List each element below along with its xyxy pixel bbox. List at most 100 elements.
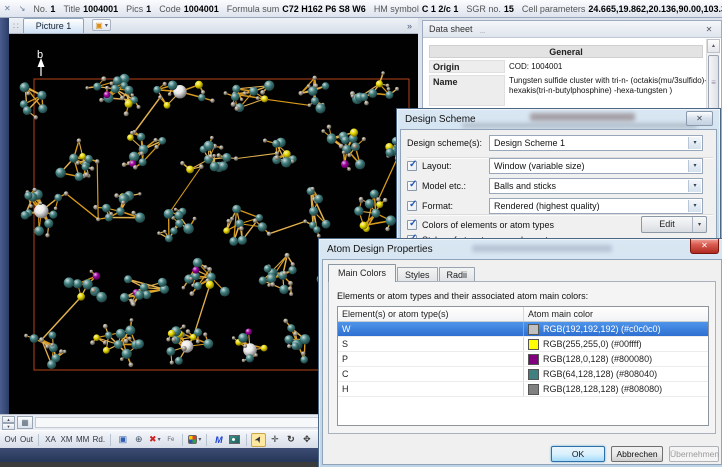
format-label: Format:	[422, 201, 454, 211]
ok-button[interactable]: OK	[551, 446, 605, 462]
tab-radii[interactable]: Radii	[438, 267, 476, 282]
chevron-down-icon: ▾	[688, 180, 701, 192]
close-button[interactable]: ✕	[686, 111, 713, 126]
table-row[interactable]: H RGB(128,128,128) (#808080)	[338, 382, 708, 397]
chevron-down-icon: ▾	[692, 217, 706, 232]
chevron-down-icon: ▾	[198, 437, 202, 443]
layout-select[interactable]: Window (variable size) ▾	[489, 158, 703, 174]
dock-arrow-icon[interactable]: ↘	[19, 4, 26, 13]
mm-button[interactable]: MM	[75, 433, 90, 447]
new-picture-button[interactable]: ▣ ▾	[92, 19, 111, 31]
fe-bond-button[interactable]: Fe	[163, 433, 178, 447]
close-icon[interactable]: ✕	[703, 25, 715, 34]
colors-label: Colors of elements or atom types	[422, 220, 555, 230]
close-icon[interactable]: ✕	[4, 4, 11, 13]
ovl-button[interactable]: Ovl	[3, 433, 18, 447]
atom-dialog-title: Atom Design Properties	[327, 243, 433, 255]
atom-dialog-body: Main Colors Styles Radii Elements or ato…	[322, 259, 722, 465]
tab-styles[interactable]: Styles	[397, 267, 438, 282]
atom-dialog-titlebar[interactable]: Atom Design Properties ✕	[322, 239, 722, 259]
name-value: Tungsten sulfide cluster with tri-n- (oc…	[509, 76, 707, 95]
cursor-icon: ➤	[252, 433, 265, 446]
color-swatch	[528, 368, 539, 380]
model-checkbox[interactable]	[407, 179, 417, 191]
cancel-button[interactable]: Abbrechen	[611, 446, 663, 462]
layout-label: Layout:	[422, 161, 452, 171]
drag-handle-icon[interactable]: ∷	[13, 21, 19, 32]
chevron-down-icon: ▾	[157, 437, 161, 443]
model-label: Model etc.:	[422, 181, 467, 191]
svg-text:b: b	[37, 49, 43, 61]
table-header-row: Element(s) or atom type(s) Atom main col…	[338, 307, 708, 322]
page-spinner[interactable]: ▲ ▼	[2, 416, 15, 430]
move-mode-button[interactable]: ✛	[267, 433, 282, 447]
field-hm-symbol: HM symbol C 1 2/c 1	[373, 3, 459, 14]
tab-picture-1[interactable]: Picture 1	[22, 18, 85, 33]
chevron-down-icon: ▾	[688, 200, 701, 212]
color-wheel-button[interactable]: ▾	[187, 433, 202, 447]
select-mode-button[interactable]: ➤	[251, 432, 267, 447]
color-wheel-icon	[188, 435, 198, 444]
field-cell-parameters: Cell parameters 24.665,19.862,20.136,90.0…	[521, 3, 722, 14]
color-swatch	[528, 323, 539, 335]
chevron-down-icon: ▾	[104, 22, 108, 29]
field-sgr-no: SGR no. 15	[466, 3, 514, 14]
window-icon: ▣	[95, 20, 103, 30]
rd-button[interactable]: Rd.	[91, 433, 106, 447]
record-toolbar: ✕ ↘ No. 1 Title 1004001 Pics 1 Code 1004001 …	[0, 0, 722, 18]
data-sheet-title: Data sheet	[429, 24, 473, 34]
table-row[interactable]: P RGB(128,0,128) (#800080)	[338, 352, 708, 367]
scheme-select[interactable]: Design Scheme 1 ▾	[489, 135, 703, 151]
grid-view-button[interactable]: ▦	[17, 416, 33, 429]
tab-main-colors[interactable]: Main Colors	[328, 264, 397, 282]
atom-design-properties-dialog: Atom Design Properties ✕ Main Colors Sty…	[318, 238, 722, 467]
field-no: No. 1	[33, 3, 56, 14]
image-icon	[229, 435, 241, 444]
color-swatch	[528, 383, 539, 395]
format-select[interactable]: Rendered (highest quality) ▾	[489, 198, 703, 214]
out-button[interactable]: Out	[19, 433, 34, 447]
table-row[interactable]: C RGB(64,128,128) (#808040)	[338, 367, 708, 382]
section-header-general: General	[429, 45, 703, 58]
model-select[interactable]: Balls and sticks ▾	[489, 178, 703, 194]
design-scheme-titlebar[interactable]: Design Scheme ✕	[400, 109, 717, 129]
cell-frame-icon[interactable]: ▣	[115, 433, 130, 447]
chevron-down-icon: ▾	[688, 160, 701, 172]
pin-icon[interactable]: ﹍	[479, 24, 487, 35]
scrollbar-thumb[interactable]	[708, 55, 719, 113]
chevron-down-icon: ▾	[688, 137, 701, 149]
pan-mode-button[interactable]: ✥	[299, 433, 314, 447]
field-formula-sum: Formula sum C72 H162 P6 S8 W6	[226, 3, 366, 14]
table-row[interactable]: W RGB(192,192,192) (#c0c0c0)	[338, 322, 708, 337]
field-code: Code 1004001	[159, 3, 219, 14]
origin-crosshair-icon[interactable]: ⊕	[131, 433, 146, 447]
scheme-select-label: Design scheme(s):	[407, 138, 483, 148]
scroll-up-icon[interactable]: ▲	[707, 39, 720, 53]
material-button[interactable]: M	[211, 433, 226, 447]
spin-down-icon[interactable]: ▼	[2, 423, 15, 430]
origin-value: COD: 1004001	[509, 62, 563, 71]
colors-checkbox[interactable]	[407, 218, 417, 230]
xm-button[interactable]: XM	[59, 433, 74, 447]
element-color-table: Element(s) or atom type(s) Atom main col…	[337, 306, 709, 426]
picture-export-button[interactable]	[227, 433, 242, 447]
format-checkbox[interactable]	[407, 199, 417, 211]
delete-icon: ✖	[149, 434, 157, 444]
rotate-mode-button[interactable]: ↻	[283, 433, 298, 447]
panel-description: Elements or atom types and their associa…	[337, 291, 589, 301]
name-label: Name	[429, 75, 505, 106]
color-swatch	[528, 338, 539, 350]
delete-marker-button[interactable]: ✖ ▾	[147, 433, 162, 447]
field-title: Title 1004001	[63, 3, 119, 14]
close-button[interactable]: ✕	[690, 239, 719, 254]
data-sheet-header[interactable]: Data sheet ﹍ ✕	[423, 21, 721, 38]
color-swatch	[528, 353, 539, 365]
tab-overflow-chevron[interactable]: »	[407, 21, 412, 31]
table-row[interactable]: S RGB(255,255,0) (#00ffff)	[338, 337, 708, 352]
spin-up-icon[interactable]: ▲	[2, 416, 15, 423]
edit-colors-button[interactable]: Edit ▾	[641, 216, 707, 233]
layout-checkbox[interactable]	[407, 159, 417, 171]
xa-button[interactable]: XA	[43, 433, 58, 447]
apply-button[interactable]: Übernehmen	[669, 446, 719, 462]
picture-tab-bar: ∷ Picture 1 ▣ ▾ »	[9, 18, 418, 34]
